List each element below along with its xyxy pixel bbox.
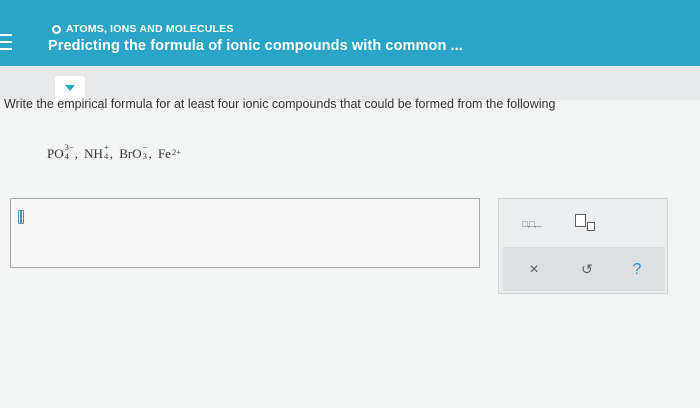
caret-down-icon bbox=[65, 85, 75, 91]
multi-box-icon: □,□,... bbox=[522, 219, 542, 229]
topic-label: ATOMS, IONS AND MOLECULES bbox=[66, 23, 234, 35]
ion-iron: Fe 2+ bbox=[157, 146, 181, 161]
ion-list: PO 3− 4, NH +4, BrO −3, Fe 2+ bbox=[47, 142, 181, 162]
ion-bromate: BrO −3 bbox=[119, 142, 148, 162]
undo-button[interactable]: ↺ bbox=[575, 258, 599, 282]
text-cursor-icon bbox=[18, 210, 24, 224]
help-button[interactable]: ? bbox=[625, 258, 649, 282]
subscript-button[interactable] bbox=[570, 211, 600, 233]
page-title: Predicting the formula of ionic compound… bbox=[48, 38, 463, 54]
topic-row: ATOMS, IONS AND MOLECULES bbox=[52, 22, 234, 36]
answer-input[interactable] bbox=[10, 198, 480, 268]
question-text: Write the empirical formula for at least… bbox=[4, 97, 556, 111]
topic-status-icon bbox=[52, 24, 61, 34]
ion-phosphate: PO 3− 4 bbox=[47, 142, 74, 162]
subscript-base-icon bbox=[575, 214, 586, 227]
multiple-answers-button[interactable]: □,□,... bbox=[512, 214, 552, 234]
menu-icon[interactable] bbox=[0, 34, 12, 50]
subscript-small-icon bbox=[587, 221, 595, 231]
ion-ammonium: NH +4 bbox=[84, 142, 109, 162]
clear-button[interactable]: × bbox=[522, 258, 546, 282]
tab-strip bbox=[0, 66, 700, 100]
